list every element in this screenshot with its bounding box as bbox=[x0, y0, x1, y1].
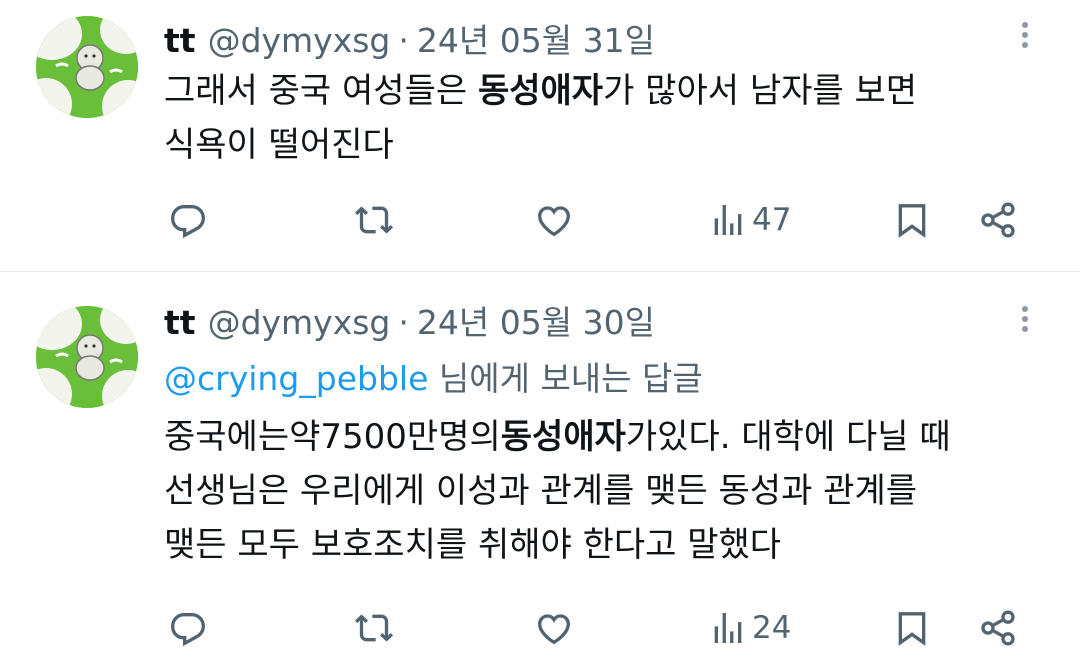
retweet-icon bbox=[355, 614, 393, 642]
separator-dot: · bbox=[398, 303, 409, 342]
tweet-date[interactable]: 24년 05월 30일 bbox=[417, 296, 655, 344]
tweet-header: tt @dymyxsg · 24년 05월 30일 bbox=[164, 296, 655, 342]
views-icon bbox=[714, 205, 742, 235]
mention-link[interactable]: @crying_pebble bbox=[164, 359, 428, 398]
like-button[interactable] bbox=[534, 192, 574, 248]
tweet-text-line: 중국에는약7500만명의동성애자가있다. 대학에 다닐 때 bbox=[164, 410, 1054, 464]
retweet-icon bbox=[355, 206, 393, 234]
views-button[interactable]: 24 bbox=[708, 600, 791, 656]
bookmark-button[interactable] bbox=[892, 600, 932, 656]
avatar-image bbox=[36, 306, 138, 408]
bookmark-icon bbox=[898, 204, 926, 238]
retweet-button[interactable] bbox=[354, 192, 394, 248]
reply-context: @crying_pebble 님에게 보내는 답글 bbox=[164, 352, 703, 400]
tweet-text-line: 맺든 모두 보호조치를 취해야 한다고 말했다 bbox=[164, 525, 782, 565]
text-segment: 가있다. 대학에 다닐 때 bbox=[625, 417, 951, 457]
tweet-text-line: 선생님은 우리에게 이성과 관계를 맺든 동성과 관계를 bbox=[164, 471, 918, 511]
like-button[interactable] bbox=[534, 600, 574, 656]
share-icon bbox=[981, 202, 1015, 238]
action-bar: 24 bbox=[0, 600, 1080, 656]
text-segment: 그래서 중국 여성들은 bbox=[164, 71, 478, 111]
reply-icon bbox=[170, 205, 206, 239]
user-handle[interactable]: @dymyxsg bbox=[208, 303, 391, 342]
tweet-header: tt @dymyxsg · 24년 05월 31일 bbox=[164, 14, 655, 60]
tweet-text: 중국에는약7500만명의동성애자가있다. 대학에 다닐 때 선생님은 우리에게 … bbox=[164, 410, 1054, 572]
more-icon[interactable] bbox=[1012, 18, 1038, 58]
share-button[interactable] bbox=[978, 600, 1018, 656]
text-segment: 중국에는약7500만명의 bbox=[164, 417, 501, 457]
text-segment: 가 많아서 남자를 보면 bbox=[603, 71, 918, 111]
reply-button[interactable] bbox=[168, 600, 208, 656]
reply-button[interactable] bbox=[168, 192, 208, 248]
views-button[interactable]: 47 bbox=[708, 192, 791, 248]
more-icon[interactable] bbox=[1012, 302, 1038, 342]
bookmark-icon bbox=[898, 612, 926, 646]
tweet-text-line: 그래서 중국 여성들은 동성애자가 많아서 남자를 보면 bbox=[164, 64, 1054, 118]
reply-icon bbox=[170, 613, 206, 647]
text-segment-bold: 동성애자 bbox=[477, 71, 604, 111]
action-bar: 47 bbox=[0, 192, 1080, 248]
views-count: 47 bbox=[752, 202, 792, 238]
views-count: 24 bbox=[752, 610, 792, 646]
text-segment-bold: 동성애자 bbox=[500, 417, 626, 457]
display-name[interactable]: tt bbox=[164, 21, 196, 60]
separator-dot: · bbox=[398, 21, 409, 60]
user-handle[interactable]: @dymyxsg bbox=[208, 21, 391, 60]
tweet[interactable]: tt @dymyxsg · 24년 05월 31일 그래서 중국 여성들은 동성… bbox=[0, 0, 1080, 271]
tweet[interactable]: tt @dymyxsg · 24년 05월 30일 @crying_pebble… bbox=[0, 272, 1080, 671]
retweet-button[interactable] bbox=[354, 600, 394, 656]
share-button[interactable] bbox=[978, 192, 1018, 248]
tweet-text: 그래서 중국 여성들은 동성애자가 많아서 남자를 보면 식욕이 떨어진다 bbox=[164, 64, 1054, 172]
share-icon bbox=[981, 610, 1015, 646]
like-icon bbox=[537, 206, 571, 237]
tweet-date[interactable]: 24년 05월 31일 bbox=[417, 14, 655, 62]
tweet-text-line: 식욕이 떨어진다 bbox=[164, 125, 394, 165]
bookmark-button[interactable] bbox=[892, 192, 932, 248]
avatar[interactable] bbox=[36, 306, 138, 408]
display-name[interactable]: tt bbox=[164, 303, 196, 342]
like-icon bbox=[537, 614, 571, 645]
avatar[interactable] bbox=[36, 16, 138, 118]
avatar-image bbox=[36, 16, 138, 118]
views-icon bbox=[714, 613, 742, 643]
reply-context-text: 님에게 보내는 답글 bbox=[428, 359, 703, 398]
